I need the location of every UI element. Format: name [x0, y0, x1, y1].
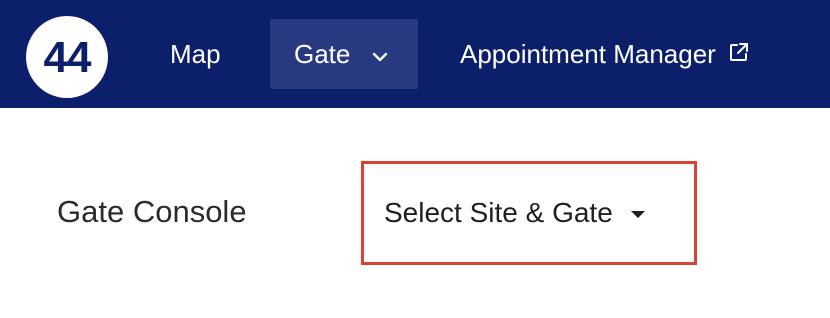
nav-item-map-label: Map: [170, 38, 221, 69]
app-logo[interactable]: 44: [26, 16, 108, 98]
logo-text: 44: [43, 33, 92, 82]
site-gate-select-label: Select Site & Gate: [384, 197, 613, 228]
page-title: Gate Console: [57, 194, 247, 229]
caret-down-icon: [630, 210, 645, 218]
nav-item-appointment-manager-label: Appointment Manager: [460, 38, 716, 69]
nav-item-gate-label: Gate: [294, 38, 351, 69]
site-gate-select-dropdown[interactable]: Select Site & Gate: [361, 161, 697, 265]
chevron-down-icon: [373, 52, 388, 62]
nav-item-gate[interactable]: Gate: [270, 19, 418, 89]
nav-item-appointment-manager[interactable]: Appointment Manager: [460, 19, 750, 89]
top-navigation-bar: 44 Map Gate Appointment Manager: [0, 0, 830, 108]
external-link-icon: [729, 43, 748, 61]
nav-item-map[interactable]: Map: [170, 19, 221, 89]
